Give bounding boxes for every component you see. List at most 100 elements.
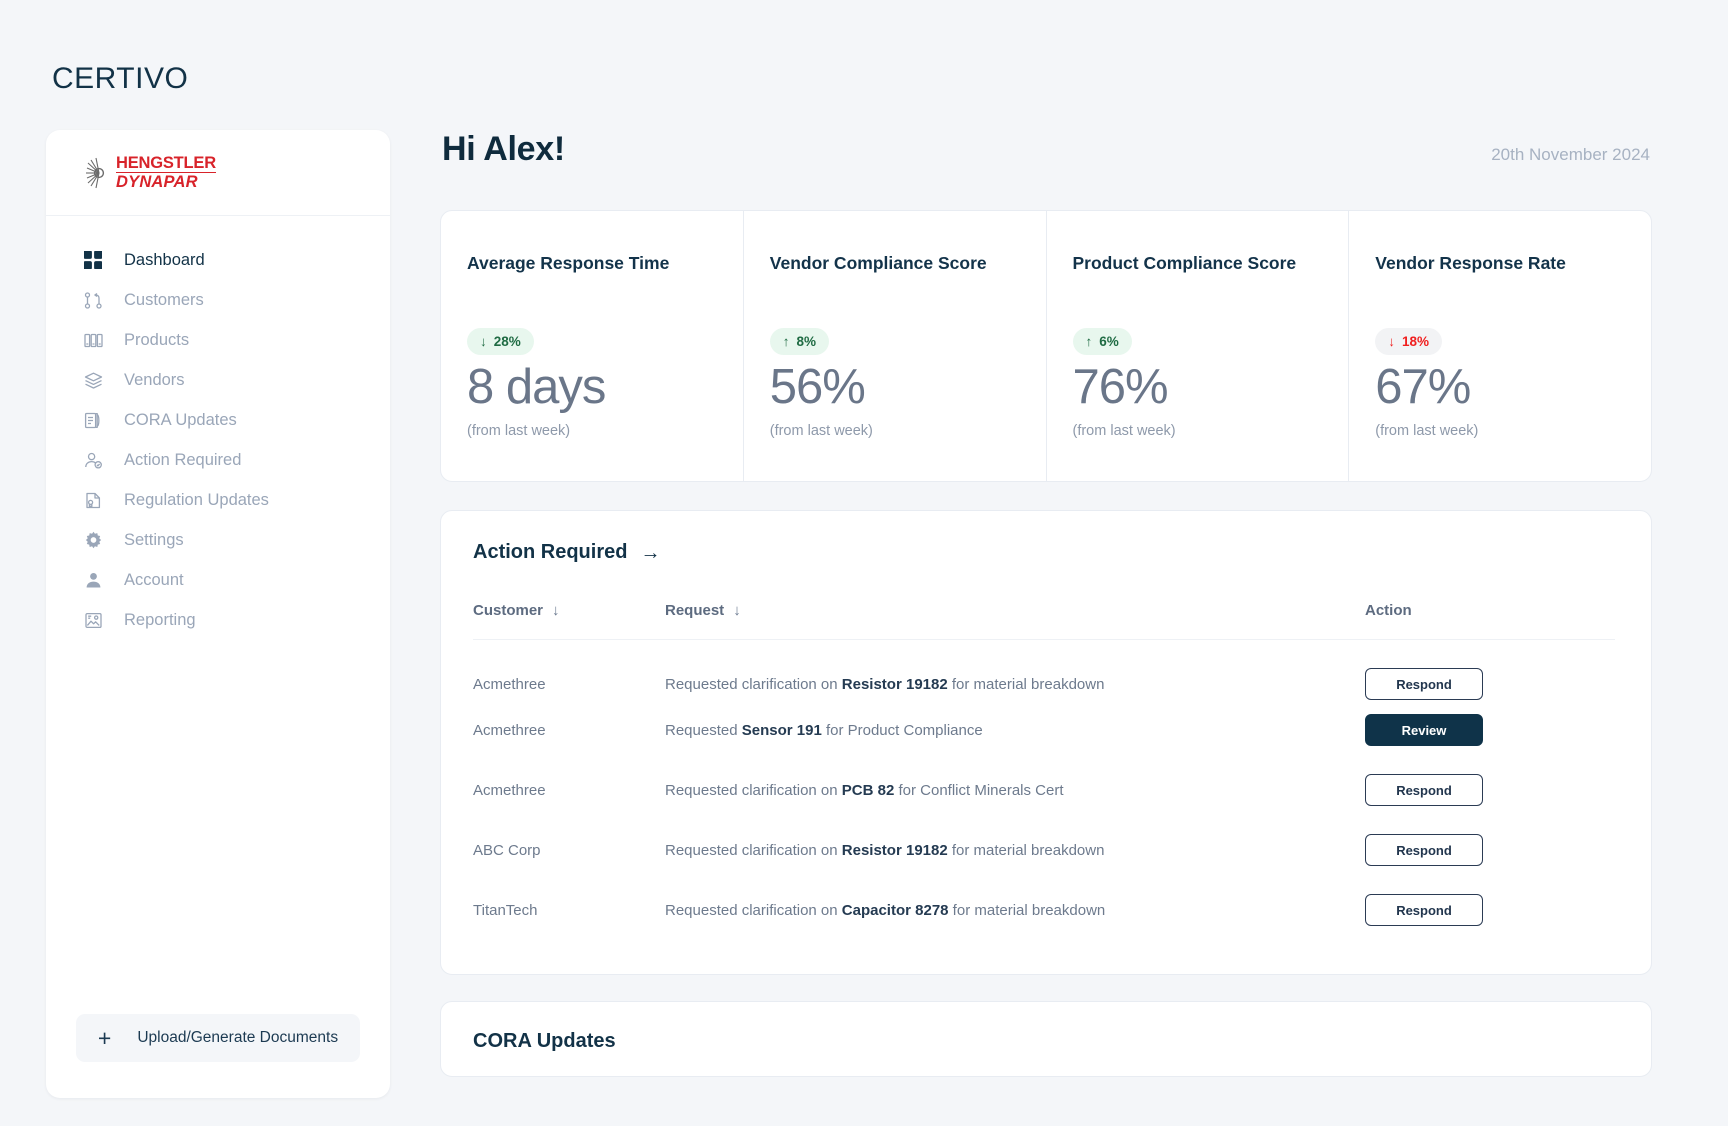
sidebar-item-settings[interactable]: Settings [46, 520, 390, 560]
request-prefix: Requested clarification on [665, 781, 842, 799]
table-row: Acmethree Requested clarification on PCB… [473, 760, 1615, 820]
sidebar-item-label: Settings [124, 530, 184, 549]
sidebar-item-action-required[interactable]: Action Required [46, 440, 390, 480]
column-label: Customer [473, 602, 544, 619]
layers-icon [82, 369, 104, 391]
cell-customer: ABC Corp [473, 841, 541, 859]
kpi-value: 8 days [467, 360, 606, 414]
sidebar-item-label: Products [124, 330, 190, 349]
kpi-delta-badge: ↑ 6% [1072, 328, 1132, 355]
kpi-card-average-response-time: Average Response Time ↓ 28% 8 days (from… [441, 211, 744, 481]
sidebar-item-cora-updates[interactable]: CORA Updates [46, 400, 390, 440]
action-required-panel: Action Required → Customer ↓ Request ↓ Act… [440, 510, 1652, 975]
action-required-table: Customer ↓ Request ↓ Action Acmethree Requ… [473, 602, 1615, 940]
request-item: Capacitor 8278 [841, 901, 949, 919]
page-title: Hi Alex! [442, 130, 565, 168]
respond-button[interactable]: Respond [1365, 834, 1483, 866]
kpi-title: Vendor Compliance Score [769, 253, 987, 273]
kpi-title: Product Compliance Score [1072, 253, 1297, 273]
sidebar-item-label: Action Required [124, 450, 242, 469]
request-suffix: for Product Compliance [821, 721, 983, 739]
review-button[interactable]: Review [1365, 714, 1483, 746]
user-check-icon [82, 449, 104, 471]
table-header-row: Customer ↓ Request ↓ Action [473, 602, 1615, 640]
kpi-delta-value: 6% [1099, 334, 1119, 349]
cell-action: Respond [1365, 640, 1615, 700]
column-label: Action [1365, 602, 1412, 619]
cell-request: Requested Sensor 191 for Product Complia… [665, 700, 1365, 760]
current-date: 20th November 2024 [1491, 145, 1650, 164]
sidebar-item-dashboard[interactable]: Dashboard [46, 240, 390, 280]
cell-request: Requested clarification on PCB 82 for Co… [665, 760, 1365, 820]
sidebar-item-label: Vendors [124, 370, 185, 389]
kpi-title: Average Response Time [467, 253, 670, 273]
app-logo: CERTIVO [52, 62, 189, 95]
sidebar-item-customers[interactable]: Customers [46, 280, 390, 320]
table-row: Acmethree Requested clarification on Res… [473, 640, 1615, 701]
table-row: ABC Corp Requested clarification on Resi… [473, 820, 1615, 880]
sidebar-item-label: Account [124, 570, 184, 589]
kpi-card-product-compliance-score: Product Compliance Score ↑ 6% 76% (from … [1047, 211, 1350, 481]
request-prefix: Requested clarification on [665, 675, 842, 693]
kpi-subtitle: (from last week) [1375, 422, 1479, 439]
sidebar-item-account[interactable]: Account [46, 560, 390, 600]
kpi-summary-strip: Average Response Time ↓ 28% 8 days (from… [440, 210, 1652, 482]
request-item: Resistor 19182 [841, 841, 948, 859]
respond-button[interactable]: Respond [1365, 774, 1483, 806]
kpi-delta-value: 8% [796, 334, 817, 349]
respond-button[interactable]: Respond [1365, 668, 1483, 700]
kpi-card-vendor-compliance-score: Vendor Compliance Score ↑ 8% 56% (from l… [744, 211, 1047, 481]
sort-down-icon[interactable]: ↓ [552, 602, 560, 619]
request-suffix: for material breakdown [948, 901, 1106, 919]
cora-updates-panel: CORA Updates [440, 1001, 1652, 1077]
upload-generate-documents-button[interactable]: + Upload/Generate Documents [76, 1014, 360, 1062]
sunburst-icon [86, 157, 105, 188]
cell-request: Requested clarification on Resistor 1918… [665, 820, 1365, 880]
column-label: Request [665, 602, 725, 619]
table-row: Acmethree Requested Sensor 191 for Produ… [473, 700, 1615, 760]
kpi-value: 67% [1375, 360, 1471, 414]
sidebar-nav: Dashboard Customers Products Vendors COR [46, 216, 390, 1014]
sidebar: HENGSTLER DYNAPAR Dashboard Customers Pr… [46, 130, 390, 1098]
panel-title-text: Action Required [473, 541, 628, 563]
column-header-action: Action [1365, 602, 1615, 640]
image-chart-icon [82, 609, 104, 631]
request-suffix: for material breakdown [947, 841, 1105, 859]
column-header-customer[interactable]: Customer ↓ [473, 602, 665, 640]
cell-action: Respond [1365, 760, 1615, 820]
kpi-value: 76% [1072, 360, 1169, 414]
main-content: Hi Alex! 20th November 2024 Average Resp… [440, 130, 1652, 1077]
request-prefix: Requested clarification on [665, 841, 842, 859]
sidebar-item-vendors[interactable]: Vendors [46, 360, 390, 400]
column-header-request[interactable]: Request ↓ [665, 602, 1365, 640]
request-prefix: Requested clarification on [665, 901, 842, 919]
request-item: Resistor 19182 [841, 675, 948, 693]
respond-button[interactable]: Respond [1365, 894, 1483, 926]
user-icon [82, 569, 104, 591]
gear-icon [82, 529, 104, 551]
arrow-down-icon: ↓ [480, 334, 487, 349]
request-prefix: Requested [665, 721, 742, 739]
upload-button-label: Upload/Generate Documents [137, 1029, 339, 1046]
sidebar-item-products[interactable]: Products [46, 320, 390, 360]
cell-action: Respond [1365, 880, 1615, 940]
tenant-logo: HENGSTLER DYNAPAR [46, 130, 390, 216]
kpi-subtitle: (from last week) [467, 422, 571, 439]
action-required-link[interactable]: Action Required → [473, 541, 1615, 564]
cora-updates-title[interactable]: CORA Updates [473, 1030, 1619, 1053]
sidebar-item-regulation-updates[interactable]: Regulation Updates [46, 480, 390, 520]
grid-icon [82, 249, 104, 271]
request-item: Sensor 191 [741, 721, 822, 739]
sort-down-icon[interactable]: ↓ [733, 602, 741, 619]
arrow-up-icon: ↑ [782, 334, 790, 349]
kpi-delta-value: 18% [1402, 334, 1430, 349]
request-suffix: for material breakdown [947, 675, 1105, 693]
sidebar-item-reporting[interactable]: Reporting [46, 600, 390, 640]
arrow-right-icon: → [640, 541, 661, 564]
kpi-value: 56% [769, 360, 866, 414]
cell-request: Requested clarification on Resistor 1918… [665, 640, 1365, 701]
kpi-delta-badge: ↓ 18% [1375, 328, 1443, 355]
cell-customer: Acmethree [473, 781, 546, 799]
cell-customer: Acmethree [473, 675, 546, 693]
page-header: Hi Alex! 20th November 2024 [440, 130, 1652, 210]
